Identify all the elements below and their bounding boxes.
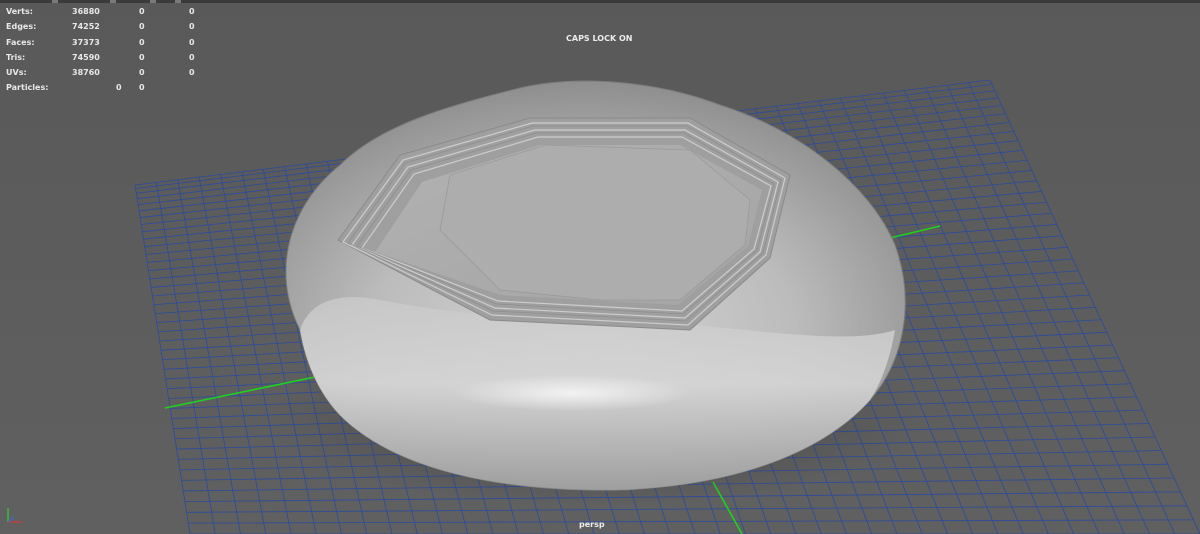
hud-label: Verts:: [6, 7, 33, 16]
hud-value: 0: [139, 68, 145, 78]
hud-value: 36880: [72, 7, 100, 16]
view-axis-icon: [7, 508, 22, 523]
hud-value: 0: [189, 7, 195, 16]
hud-label: Tris:: [6, 52, 26, 62]
hud-row-uvs: UVs: 38760 0 0: [6, 65, 216, 80]
viewport-persp[interactable]: Verts: 36880 0 0 Edges: 74252 0 0 Faces:…: [0, 0, 1200, 534]
hud-value: 0: [189, 22, 195, 32]
hud-value: 0: [189, 52, 195, 62]
hud-row-faces: Faces: 37373 0 0: [6, 35, 216, 50]
hud-value: 0: [139, 37, 145, 47]
hud-value: 37373: [72, 37, 100, 47]
hud-row-tris: Tris: 74590 0 0: [6, 50, 216, 65]
hud-value: 0: [139, 83, 145, 93]
camera-name-label: persp: [579, 520, 605, 529]
hud-value: 38760: [72, 68, 100, 78]
cushion-model[interactable]: [265, 80, 925, 505]
hud-value: 0: [116, 83, 122, 93]
hud-row-verts: Verts: 36880 0 0: [6, 4, 216, 19]
caps-lock-indicator: CAPS LOCK ON: [566, 34, 633, 43]
hud-value: 0: [189, 68, 195, 78]
hud-value: 0: [139, 52, 145, 62]
hud-row-edges: Edges: 74252 0 0: [6, 19, 216, 34]
hud-value: 0: [139, 7, 145, 16]
poly-count-hud: Verts: 36880 0 0 Edges: 74252 0 0 Faces:…: [6, 4, 216, 96]
hud-value: 74252: [72, 22, 100, 32]
hud-label: Faces:: [6, 37, 35, 47]
hud-value: 0: [139, 22, 145, 32]
hud-label: Edges:: [6, 22, 37, 32]
hud-row-particles: Particles: 0 0: [6, 80, 216, 95]
hud-label: UVs:: [6, 68, 27, 78]
hud-value: 0: [189, 37, 195, 47]
hud-label: Particles:: [6, 83, 49, 93]
hud-value: 74590: [72, 52, 100, 62]
